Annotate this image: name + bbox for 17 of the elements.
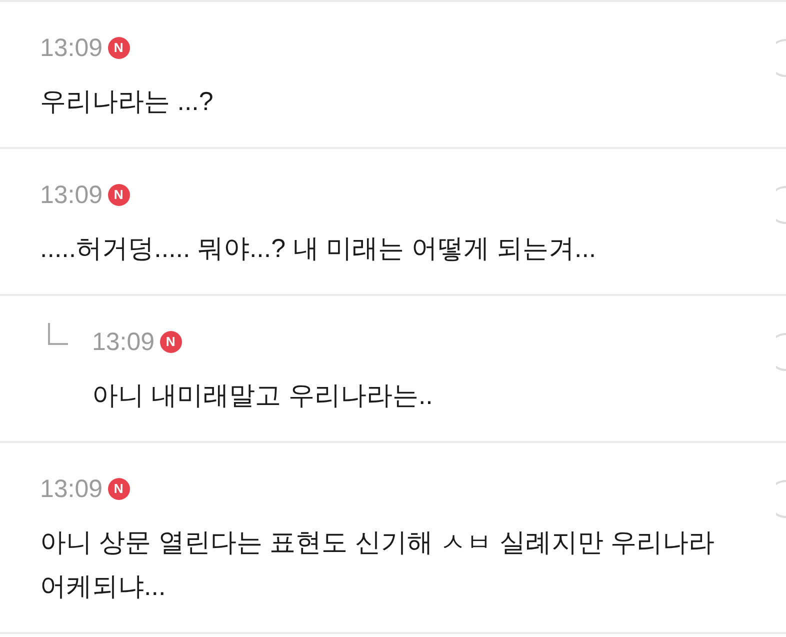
round-button[interactable] (776, 333, 786, 371)
new-badge: N (160, 331, 182, 353)
reply-corner-icon (48, 323, 68, 345)
round-button[interactable] (776, 39, 786, 77)
comment-text: 아니 상문 열린다는 표현도 신기해 ㅅㅂ 실례지만 우리나라 어케되냐... (40, 526, 716, 603)
comment-text: .....허거덩..... 뭐야...? 내 미래는 어떻게 되는겨... (40, 232, 598, 265)
new-badge: N (108, 184, 130, 206)
new-badge: N (108, 478, 130, 500)
comment-text: 아니 내미래말고 우리나라는.. (92, 379, 434, 412)
comment-time: 13:09 (40, 474, 103, 504)
round-button[interactable] (776, 186, 786, 224)
comment-time: 13:09 (92, 327, 155, 357)
comment-text: 우리나라는 ...? (40, 85, 214, 118)
comment-time: 13:09 (40, 33, 103, 63)
new-badge: N (108, 37, 130, 59)
comment-time: 13:09 (40, 180, 103, 210)
round-button[interactable] (776, 480, 786, 518)
